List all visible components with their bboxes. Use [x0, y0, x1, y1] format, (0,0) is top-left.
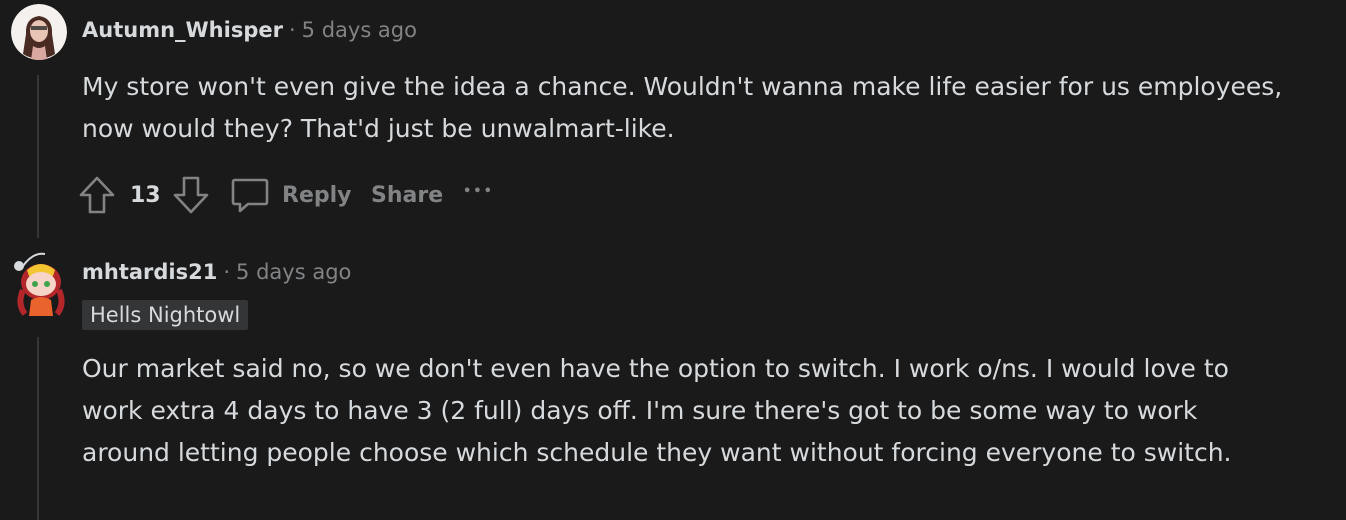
comment-meta: Autumn_Whisper · 5 days ago	[82, 18, 417, 42]
comment-meta: mhtardis21 · 5 days ago	[82, 260, 351, 284]
vote-count: 13	[130, 182, 161, 208]
comment-bubble-icon	[231, 178, 269, 213]
avatar[interactable]	[11, 4, 67, 60]
share-button[interactable]: Share	[371, 172, 443, 218]
thread-line[interactable]	[37, 75, 39, 238]
timestamp[interactable]: 5 days ago	[236, 260, 351, 284]
downvote-icon	[173, 176, 209, 214]
timestamp[interactable]: 5 days ago	[302, 18, 417, 42]
comment-autumn-whisper: Autumn_Whisper · 5 days ago My store won't…	[0, 0, 1346, 240]
upvote-button[interactable]	[78, 172, 118, 218]
comment-actions: 13 Reply Share •••	[78, 172, 538, 218]
more-options-button[interactable]: •••	[463, 168, 494, 214]
avatar[interactable]	[11, 248, 67, 316]
thread-line[interactable]	[37, 337, 39, 520]
comment-body: My store won't even give the idea a chan…	[82, 72, 1283, 143]
meta-separator: ·	[288, 18, 296, 42]
comment-body: Our market said no, so we don't even hav…	[82, 354, 1232, 467]
comment-mhtardis21: mhtardis21 · 5 days ago Hells Nightowl Our…	[0, 240, 1346, 520]
author-name[interactable]: mhtardis21	[82, 260, 217, 284]
author-name[interactable]: Autumn_Whisper	[82, 18, 283, 42]
more-options-icon[interactable]: •••	[463, 184, 494, 199]
user-flair: Hells Nightowl	[82, 300, 249, 330]
vote-count-wrap: 13	[130, 172, 161, 218]
upvote-icon	[79, 176, 115, 214]
downvote-button[interactable]	[172, 172, 212, 218]
share-label[interactable]: Share	[371, 183, 443, 208]
reply-button[interactable]: Reply	[230, 172, 352, 218]
meta-separator: ·	[223, 260, 231, 284]
reply-label[interactable]: Reply	[282, 183, 352, 208]
